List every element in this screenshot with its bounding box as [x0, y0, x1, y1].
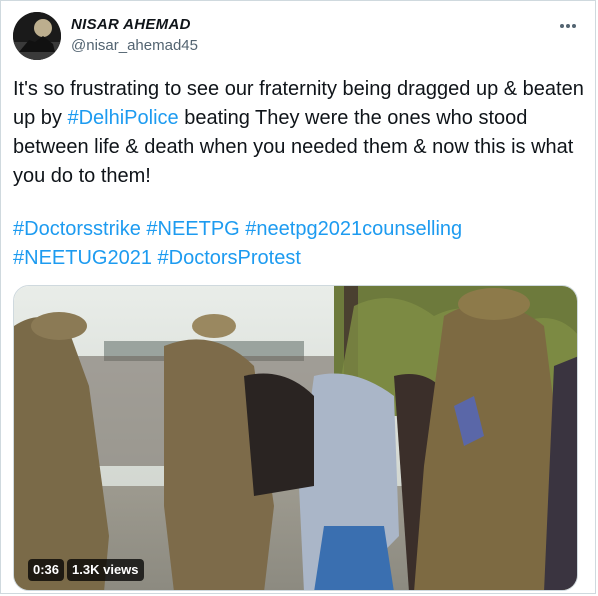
- tweet-card: NISAR AHEMAD @nisar_ahemad45 It's so fru…: [0, 0, 596, 594]
- hashtag-list: #Doctorsstrike #NEETPG #neetpg2021counse…: [13, 215, 585, 273]
- hashtag[interactable]: #Doctorsstrike: [13, 218, 141, 240]
- video-player[interactable]: 0:36 1.3K views: [13, 285, 578, 591]
- more-options-icon: [560, 24, 576, 28]
- hashtag[interactable]: #neetpg2021counselling: [245, 218, 462, 240]
- more-options-button[interactable]: [557, 15, 579, 37]
- avatar-image: [13, 12, 61, 60]
- video-duration: 0:36: [28, 559, 65, 581]
- hashtag[interactable]: #NEETUG2021: [13, 247, 152, 269]
- video-thumbnail: [14, 286, 577, 590]
- tweet-text: It's so frustrating to see our fraternit…: [13, 75, 585, 191]
- author-handle[interactable]: @nisar_ahemad45: [71, 37, 198, 54]
- video-stats: 0:36 1.3K views: [28, 559, 144, 581]
- avatar[interactable]: [13, 12, 61, 60]
- hashtag[interactable]: #DoctorsProtest: [158, 247, 301, 269]
- hashtag[interactable]: #NEETPG: [146, 218, 239, 240]
- author-name[interactable]: NISAR AHEMAD: [71, 16, 191, 33]
- video-views: 1.3K views: [67, 559, 144, 581]
- hashtag-delhipolice[interactable]: #DelhiPolice: [67, 107, 178, 129]
